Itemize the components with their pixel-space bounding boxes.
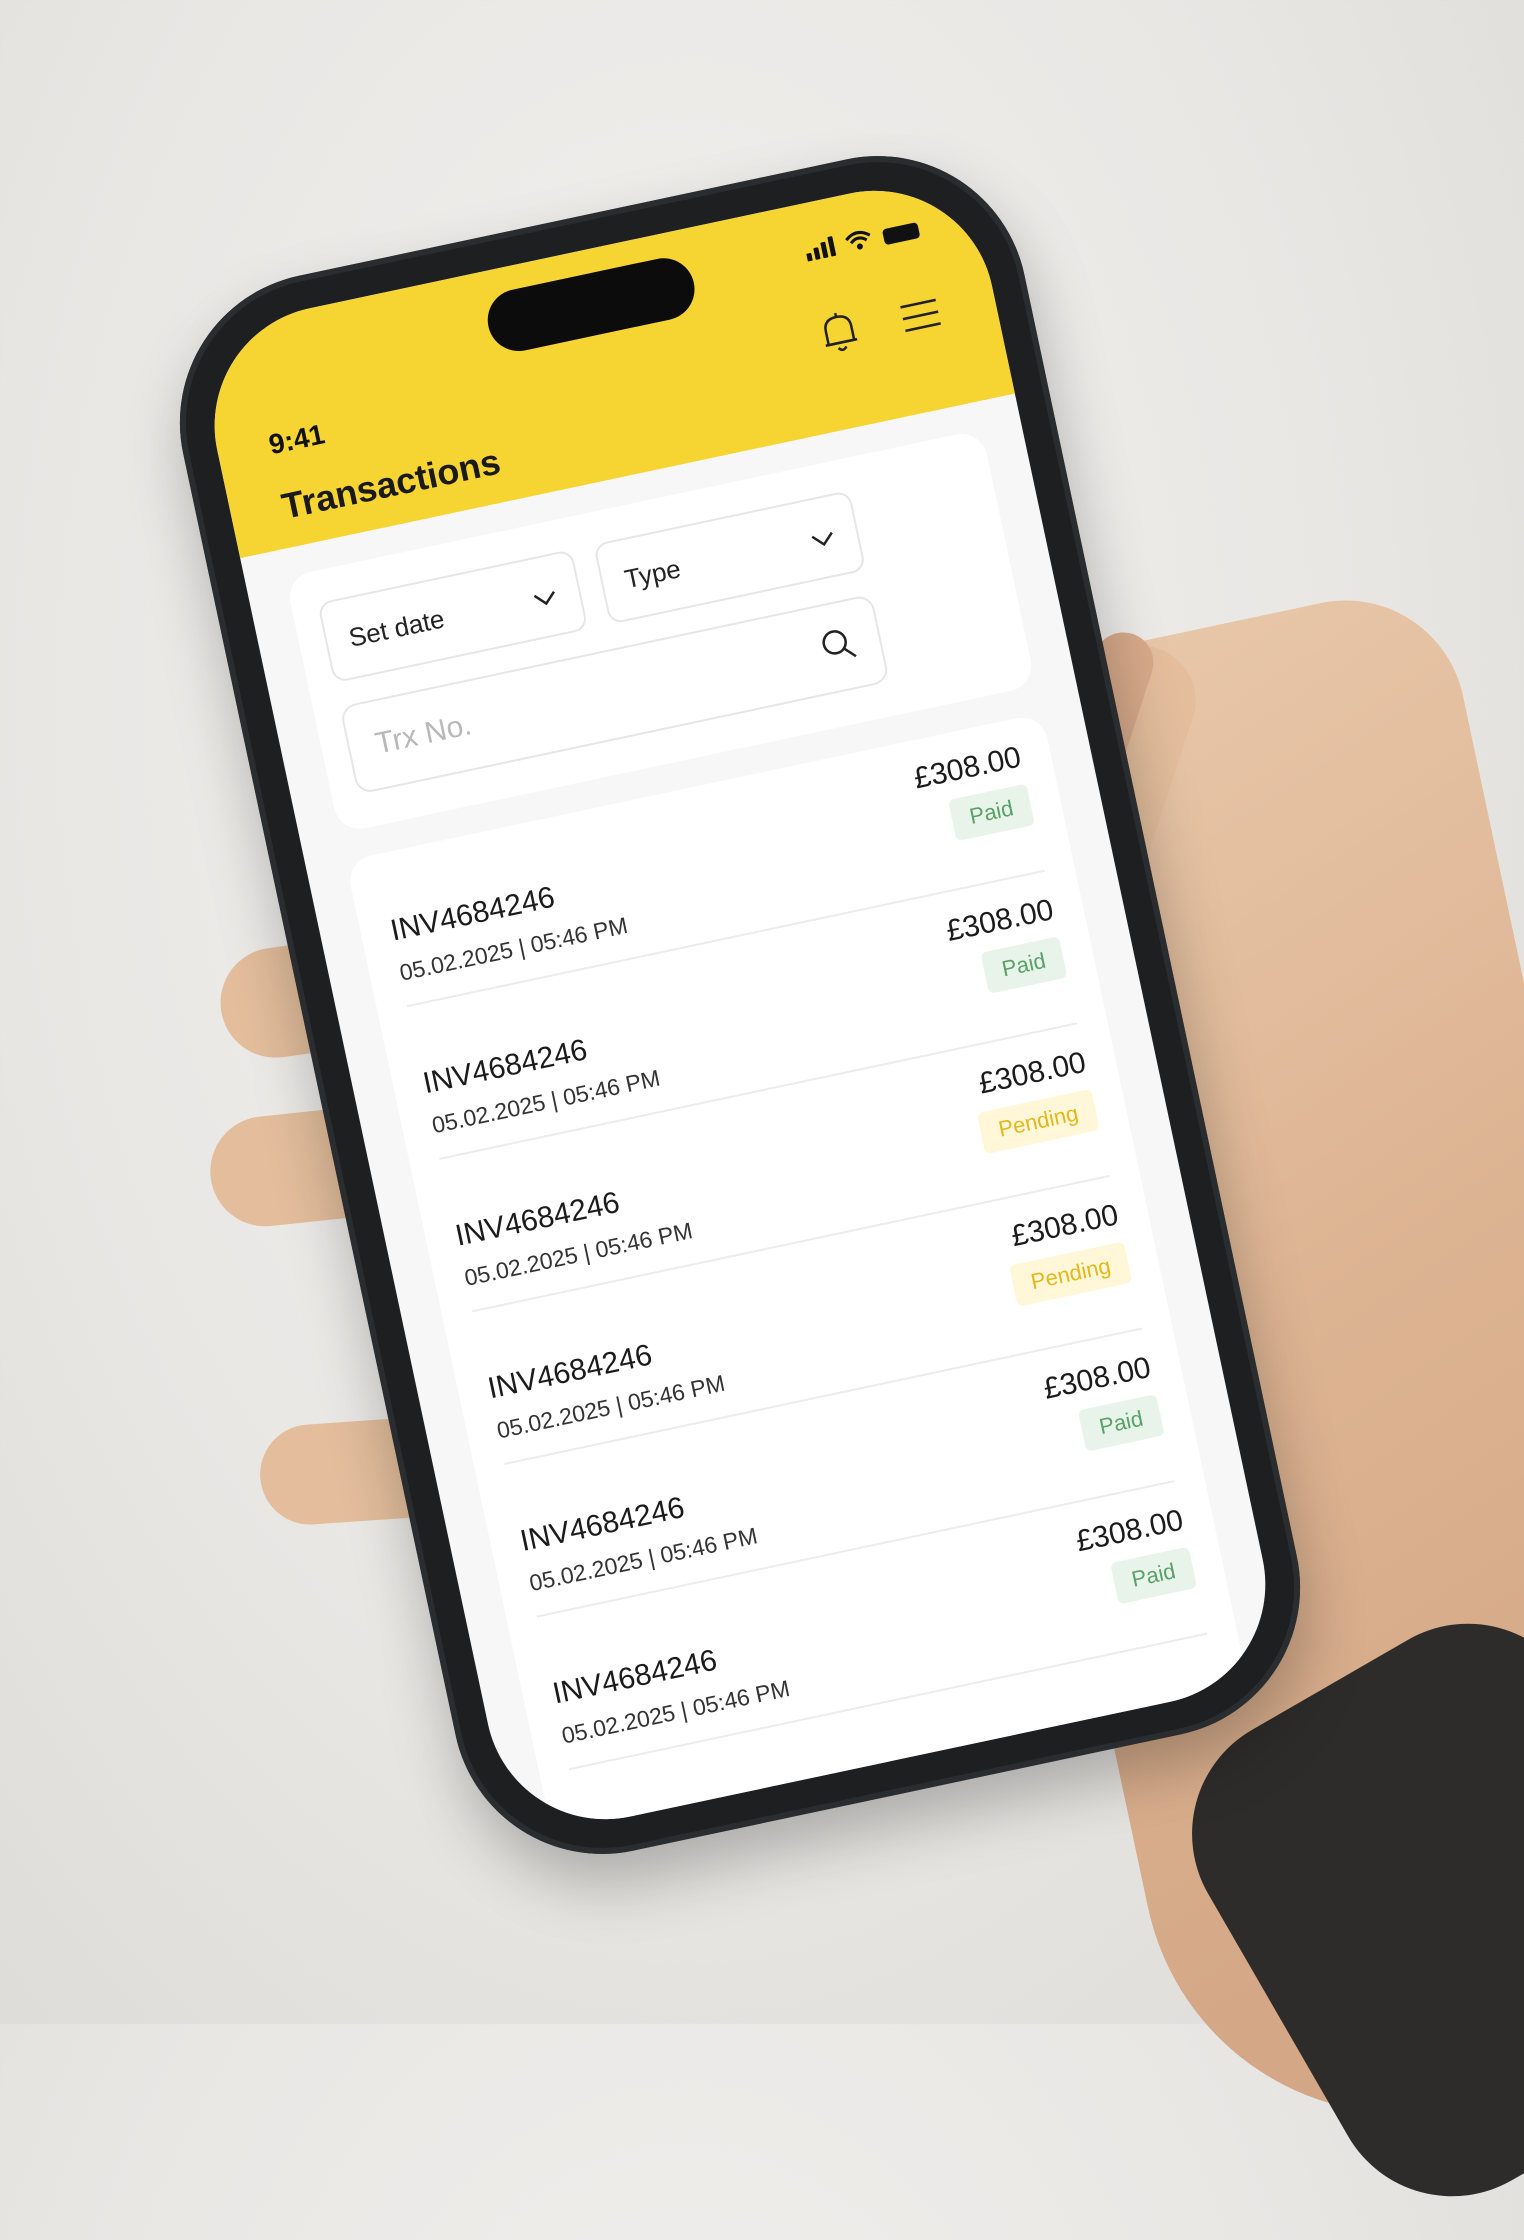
status-badge: Paid	[1110, 1546, 1198, 1605]
status-time: 9:41	[266, 418, 328, 461]
menu-icon[interactable]	[898, 297, 943, 335]
chevron-down-icon	[530, 579, 560, 614]
signal-icon	[804, 236, 837, 262]
chevron-down-icon	[808, 520, 838, 555]
wifi-icon	[844, 228, 874, 253]
phone-device: 9:41 Transactions Set date Type Trx No. …	[152, 128, 1328, 1882]
battery-icon	[881, 222, 921, 246]
header-actions	[816, 290, 944, 358]
date-select-label: Set date	[345, 602, 447, 653]
phone-screen: 9:41 Transactions Set date Type Trx No. …	[192, 168, 1288, 1842]
type-select-label: Type	[621, 552, 684, 594]
status-badge: Paid	[947, 783, 1035, 842]
bell-icon[interactable]	[816, 307, 862, 358]
status-badge: Paid	[1077, 1394, 1165, 1452]
status-badge: Paid	[980, 936, 1068, 994]
page-title: Transactions	[278, 440, 504, 527]
search-icon[interactable]	[818, 624, 859, 669]
transaction-list: £308.00 Paid INV4684246 05.02.2025 | 05:…	[345, 712, 1249, 1834]
status-icons	[804, 218, 921, 262]
